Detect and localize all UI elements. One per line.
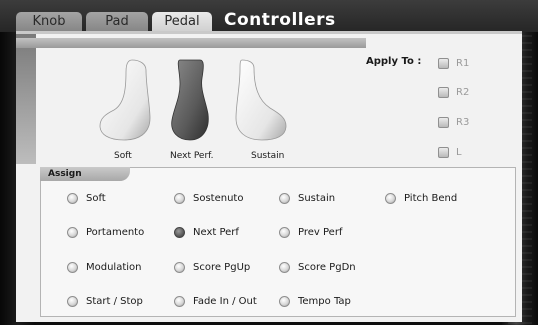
assign-option-label: Fade In / Out: [193, 295, 257, 307]
radio-selected-icon: [174, 226, 185, 238]
apply-r1-label: R1: [456, 57, 470, 69]
assign-option-label: Prev Perf: [298, 226, 343, 238]
radio-icon: [385, 192, 396, 204]
pedal-next-perf[interactable]: [166, 56, 214, 144]
assign-option-score-pgdn[interactable]: Score PgDn: [279, 260, 356, 274]
assign-option-prev-perf[interactable]: Prev Perf: [279, 225, 342, 239]
apply-r3-checkbox[interactable]: R3: [438, 115, 469, 129]
pedal-panel-shade: [16, 34, 36, 164]
assign-option-pitch-bend[interactable]: Pitch Bend: [385, 191, 457, 205]
apply-r2-checkbox[interactable]: R2: [438, 85, 469, 99]
assign-option-label: Pitch Bend: [404, 192, 458, 204]
assign-option-label: Score PgDn: [298, 261, 356, 273]
apply-l-checkbox[interactable]: L: [438, 145, 462, 159]
checkbox-icon: [438, 57, 449, 69]
assign-option-fade-in-out[interactable]: Fade In / Out: [174, 294, 257, 308]
radio-icon: [174, 192, 185, 204]
assign-option-label: Start / Stop: [86, 295, 143, 307]
pedal-label-next-perf: Next Perf.: [170, 151, 214, 161]
radio-icon: [279, 226, 290, 238]
assign-option-next-perf[interactable]: Next Perf: [174, 225, 239, 239]
assign-option-score-pgup[interactable]: Score PgUp: [174, 260, 250, 274]
assign-option-label: Sustain: [298, 192, 336, 204]
radio-icon: [279, 295, 290, 307]
assign-option-label: Portamento: [86, 226, 145, 238]
radio-icon: [67, 226, 78, 238]
page-title: Controllers: [224, 10, 336, 30]
radio-icon: [279, 261, 290, 273]
radio-icon: [67, 192, 78, 204]
pedal-label-soft: Soft: [114, 151, 132, 161]
pedal-label-sustain: Sustain: [251, 151, 285, 161]
assign-option-modulation[interactable]: Modulation: [67, 260, 142, 274]
radio-icon: [174, 261, 185, 273]
assign-option-start-stop[interactable]: Start / Stop: [67, 294, 143, 308]
checkbox-icon: [438, 146, 449, 158]
assign-option-label: Next Perf: [193, 226, 239, 238]
apply-r1-checkbox[interactable]: R1: [438, 56, 469, 70]
assign-option-soft[interactable]: Soft: [67, 191, 106, 205]
radio-icon: [67, 261, 78, 273]
assign-option-tempo-tap[interactable]: Tempo Tap: [279, 294, 351, 308]
assign-option-label: Soft: [86, 192, 106, 204]
apply-l-label: L: [456, 146, 462, 158]
assign-group-label: Assign: [40, 167, 130, 181]
assign-option-label: Score PgUp: [193, 261, 251, 273]
assign-option-sustain[interactable]: Sustain: [279, 191, 335, 205]
assign-option-label: Tempo Tap: [298, 295, 351, 307]
checkbox-icon: [438, 86, 449, 98]
radio-icon: [279, 192, 290, 204]
top-bar: Knob Pad Pedal Controllers: [0, 0, 538, 32]
tab-pad[interactable]: Pad: [86, 12, 148, 32]
tab-knob[interactable]: Knob: [16, 12, 82, 32]
pedal-soft[interactable]: [92, 56, 156, 144]
apply-r2-label: R2: [456, 86, 470, 98]
assign-option-sostenuto[interactable]: Sostenuto: [174, 191, 243, 205]
radio-icon: [174, 295, 185, 307]
pedal-mount-bar: [16, 38, 366, 48]
apply-to-label: Apply To :: [366, 56, 422, 67]
pedal-sustain[interactable]: [228, 56, 292, 144]
assign-option-portamento[interactable]: Portamento: [67, 225, 144, 239]
assign-option-label: Modulation: [86, 261, 142, 273]
tab-pedal[interactable]: Pedal: [152, 12, 212, 32]
radio-icon: [67, 295, 78, 307]
apply-r3-label: R3: [456, 116, 470, 128]
assign-option-label: Sostenuto: [193, 192, 244, 204]
checkbox-icon: [438, 116, 449, 128]
